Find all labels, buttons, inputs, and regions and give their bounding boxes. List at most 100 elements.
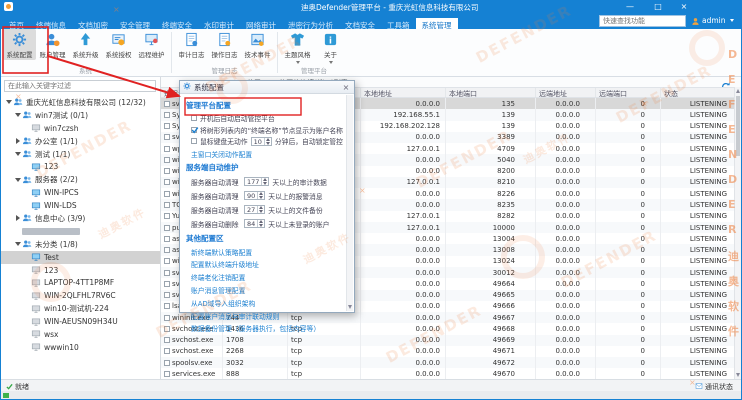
tree-item-Test[interactable]: Test [1, 251, 160, 264]
dialog-link[interactable]: 终端老化注销配置 [191, 272, 343, 282]
ribbon-button-主题风格[interactable]: 主题风格 [281, 29, 314, 65]
row-checkbox[interactable] [164, 326, 170, 332]
table-row[interactable]: svchost.exe2268tcp0.0.0.0496710.0.0.00LI… [161, 346, 736, 357]
table-scrollbar[interactable] [734, 87, 741, 379]
scroll-down-icon[interactable] [736, 373, 740, 377]
row-checkbox[interactable] [164, 348, 170, 354]
dialog-link[interactable]: 主窗口关闭动作配置 [191, 149, 343, 159]
row-checkbox[interactable] [164, 213, 170, 219]
number-spinner[interactable]: 27 [244, 205, 265, 214]
tree-item-服务器 (2/2)[interactable]: 服务器 (2/2) [1, 173, 160, 186]
minimize-button[interactable]: — [621, 1, 639, 12]
number-spinner[interactable]: 10 [251, 137, 272, 146]
tree-item-WIN-2QLFHL7RV6C[interactable]: WIN-2QLFHL7RV6C [1, 289, 160, 302]
row-checkbox[interactable] [164, 315, 170, 321]
checkbox[interactable] [191, 138, 197, 144]
ribbon-button-操作日志[interactable]: 操作日志 [208, 29, 241, 60]
row-checkbox[interactable] [164, 123, 170, 129]
collapse-icon[interactable] [13, 152, 22, 156]
dialog-close-icon[interactable]: × [341, 83, 351, 92]
tree-item-LAPTOP-4TT1P8MF[interactable]: LAPTOP-4TT1P8MF [1, 276, 160, 289]
ribbon-button-技术事件[interactable]: 技术事件 [241, 29, 274, 60]
row-checkbox[interactable] [164, 337, 170, 343]
dialog-link[interactable]: 账户消息管理配置 [191, 285, 343, 295]
tree-item-win7czsh[interactable]: win7czsh [1, 122, 160, 135]
expand-icon[interactable] [13, 138, 22, 144]
tree-item-WIN-IPCS[interactable]: WIN-IPCS [1, 186, 160, 199]
dialog-link[interactable]: 配置默认终端升级地址 [191, 259, 343, 269]
dialog-link[interactable]: 新终端默认策略配置 [191, 247, 343, 257]
column-header-状态[interactable]: 状态 [661, 88, 736, 97]
dialog-scrollbar[interactable] [346, 95, 353, 311]
number-spinner[interactable]: 84 [244, 219, 265, 228]
tree-filter-input[interactable] [4, 80, 156, 92]
collapse-icon[interactable] [13, 242, 22, 246]
row-checkbox[interactable] [164, 247, 170, 253]
tree-item-测试 (1/1)[interactable]: 测试 (1/1) [1, 148, 160, 161]
row-checkbox[interactable] [164, 236, 170, 242]
row-checkbox[interactable] [164, 270, 170, 276]
collapse-icon[interactable] [4, 100, 13, 104]
tree-item-未分类 (1/8)[interactable]: 未分类 (1/8) [1, 238, 160, 251]
scroll-down-icon[interactable] [348, 305, 352, 309]
ribbon-button-远程维护[interactable]: 远程维护 [135, 29, 168, 60]
number-spinner[interactable]: 90 [244, 191, 265, 200]
row-checkbox[interactable] [164, 157, 170, 163]
column-header-本地地址[interactable]: 本地地址 [361, 88, 446, 97]
ribbon-button-系统授权[interactable]: 系统授权 [102, 29, 135, 60]
tree-item-wwwin10[interactable]: wwwin10 [1, 341, 160, 354]
ribbon-button-系统升级[interactable]: 系统升级 [69, 29, 102, 60]
dialog-link[interactable]: 从AD域导入组织架构 [191, 298, 343, 308]
ribbon-button-审计日志[interactable]: 审计日志 [175, 29, 208, 60]
dialog-link[interactable]: 数据备份管理（服务器执行，包括内容等） [191, 323, 343, 333]
row-checkbox[interactable] [164, 179, 170, 185]
collapse-icon[interactable] [13, 113, 22, 117]
tree-item-重庆光虹信息科技有限公司 (12/32)[interactable]: 重庆光虹信息科技有限公司 (12/32) [1, 96, 160, 109]
row-checkbox[interactable] [164, 146, 170, 152]
dialog-title-bar[interactable]: 系统配置 × [180, 81, 354, 94]
scroll-thumb[interactable] [736, 96, 740, 156]
table-row[interactable]: spoolsv.exe3032tcp0.0.0.0496720.0.0.00LI… [161, 357, 736, 368]
dialog-link[interactable]: 配置账户消息与审计联动规则 [191, 311, 343, 321]
tree-item-123[interactable]: 123 [1, 160, 160, 173]
user-menu[interactable]: admin [691, 14, 734, 27]
row-checkbox[interactable] [164, 168, 170, 174]
refresh-icon[interactable] [721, 77, 731, 87]
checkbox[interactable] [191, 127, 197, 133]
checkbox[interactable] [191, 115, 197, 121]
maximize-button[interactable]: □ [649, 1, 667, 12]
ribbon-button-关于[interactable]: i关于 [314, 29, 347, 65]
ribbon-button-账户管理[interactable]: 账户管理 [36, 29, 69, 60]
row-checkbox[interactable] [164, 371, 170, 377]
row-checkbox[interactable] [164, 281, 170, 287]
column-header-远端地址[interactable]: 远端地址 [536, 88, 596, 97]
tree-item-redacted[interactable] [1, 225, 160, 238]
tree-item-123[interactable]: 123 [1, 264, 160, 277]
tree-item-信息中心 (3/9)[interactable]: 信息中心 (3/9) [1, 212, 160, 225]
row-checkbox[interactable] [164, 112, 170, 118]
row-checkbox[interactable] [164, 134, 170, 140]
table-row[interactable]: svchost.exe1708tcp0.0.0.0496690.0.0.00LI… [161, 335, 736, 346]
table-row[interactable]: services.exe888tcp0.0.0.0496700.0.0.00LI… [161, 368, 736, 379]
column-header-本地端口[interactable]: 本地端口 [446, 88, 536, 97]
row-checkbox[interactable] [164, 101, 170, 107]
number-spinner[interactable]: 177 [244, 177, 269, 186]
tree-item-win7测试 (0/1)[interactable]: win7测试 (0/1) [1, 109, 160, 122]
tree-item-win10-测试机-224[interactable]: win10-测试机-224 [1, 302, 160, 315]
tree-item-WIN-LDS[interactable]: WIN-LDS [1, 199, 160, 212]
row-checkbox[interactable] [164, 360, 170, 366]
ribbon-button-系统配置[interactable]: 系统配置 [3, 29, 36, 60]
tree-item-办公室 (1/1)[interactable]: 办公室 (1/1) [1, 135, 160, 148]
scroll-up-icon[interactable] [736, 89, 740, 93]
tree-item-WIN-AEUSN09H34U[interactable]: WIN-AEUSN09H34U [1, 315, 160, 328]
row-checkbox[interactable] [164, 191, 170, 197]
expand-icon[interactable] [13, 215, 22, 221]
row-checkbox[interactable] [164, 292, 170, 298]
collapse-icon[interactable] [13, 178, 22, 182]
row-checkbox[interactable] [164, 303, 170, 309]
column-header-远端端口[interactable]: 远端端口 [596, 88, 661, 97]
tree-item-wsx[interactable]: wsx [1, 328, 160, 341]
row-checkbox[interactable] [164, 258, 170, 264]
row-checkbox[interactable] [164, 202, 170, 208]
search-input[interactable] [599, 15, 686, 27]
